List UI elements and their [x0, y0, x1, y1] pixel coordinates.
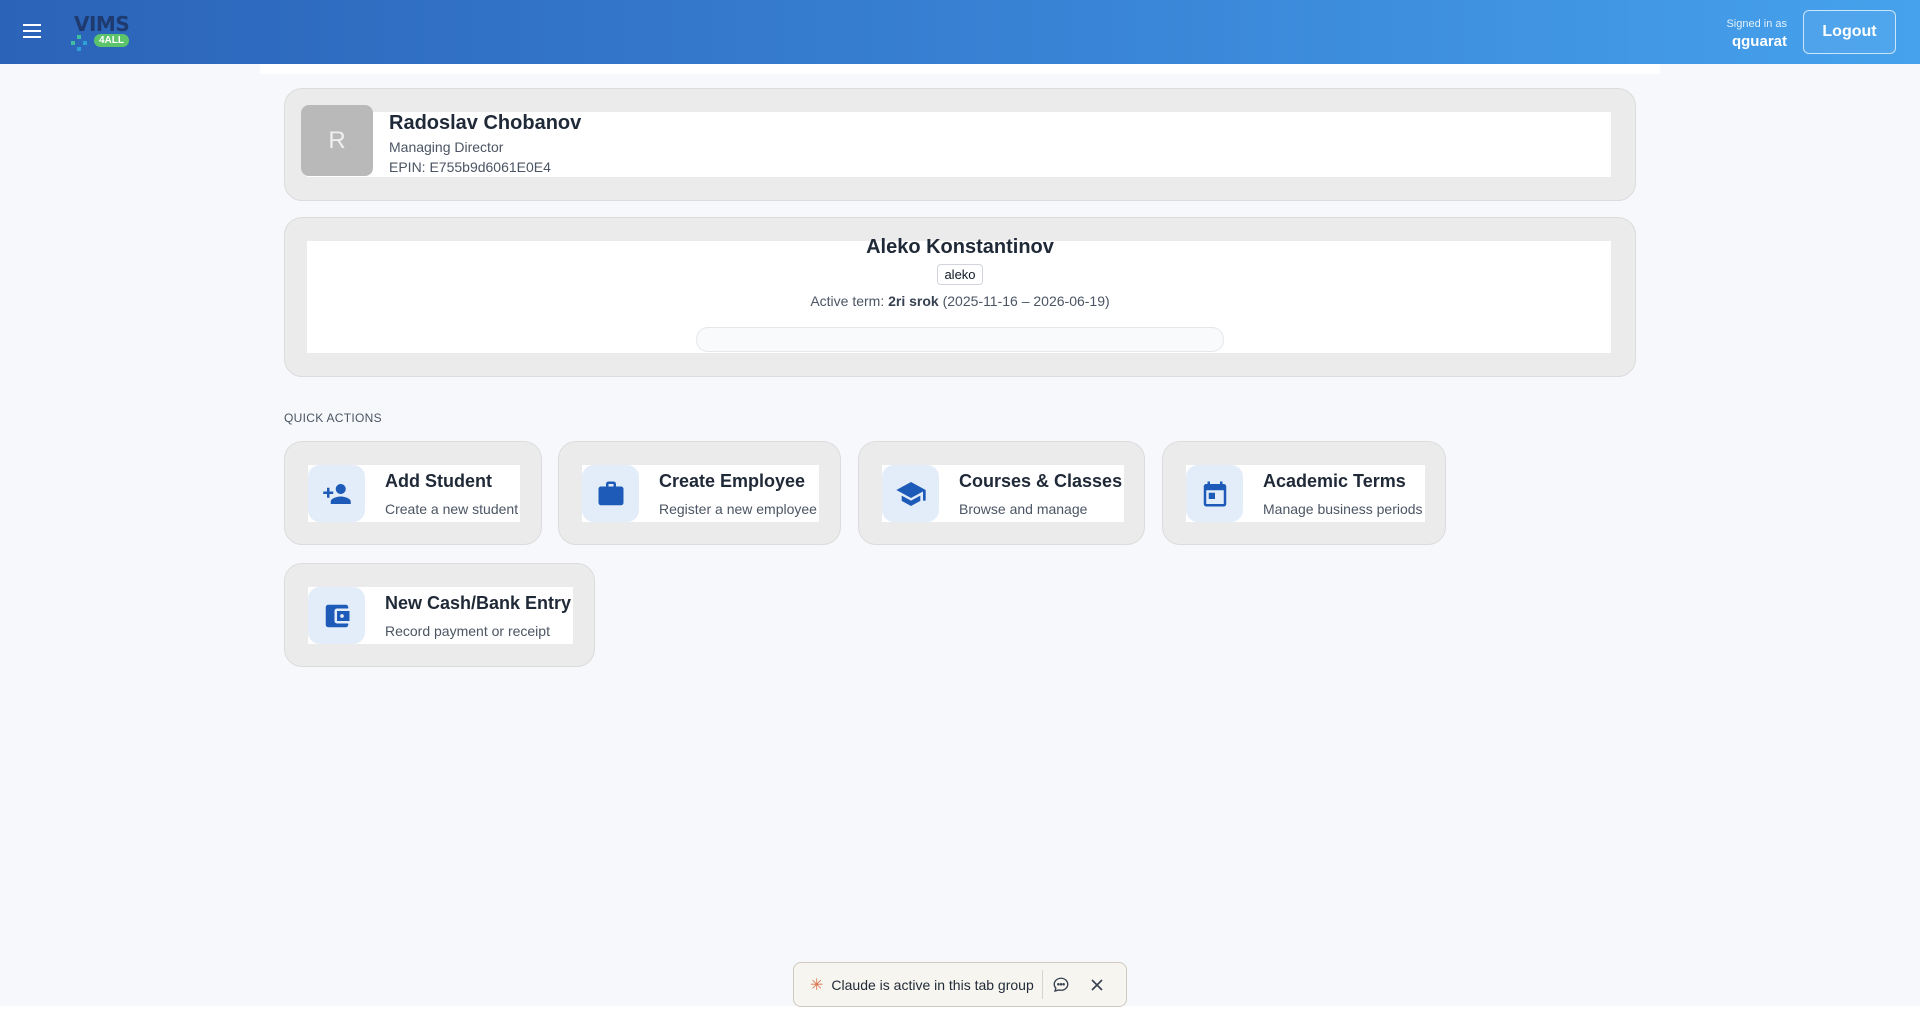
action-content: Add Student Create a new student [308, 465, 521, 522]
content-top-strip [260, 64, 1660, 74]
term-dates: (2025-11-16 – 2026-06-19) [942, 293, 1110, 309]
student-name: Aleko Konstantinov [866, 236, 1054, 258]
academic-terms-action[interactable]: Academic Terms Manage business periods [1162, 441, 1446, 545]
new-cash-bank-entry-action[interactable]: New Cash/Bank Entry Record payment or re… [284, 563, 595, 667]
action-subtitle: Record payment or receipt [385, 622, 550, 639]
quick-actions-title: QUICK ACTIONS [284, 411, 382, 425]
person-add-icon [308, 465, 365, 522]
action-title: Courses & Classes [959, 470, 1123, 491]
add-student-action[interactable]: Add Student Create a new student [284, 441, 542, 545]
signed-in-username: qguarat [1731, 33, 1787, 50]
claude-status-label: ✳ Claude is active in this tab group [794, 970, 1043, 999]
create-employee-action[interactable]: Create Employee Register a new employee [558, 441, 841, 545]
logout-button[interactable]: Logout [1803, 10, 1896, 54]
signed-in-label: Signed in as [1726, 18, 1787, 30]
profile-epin: EPIN: E755b9d6061E0E4 [389, 159, 551, 175]
wallet-icon [308, 587, 365, 644]
app-logo[interactable]: VIMS 4ALL [70, 12, 134, 52]
action-content: Academic Terms Manage business periods [1186, 465, 1425, 522]
graduation-cap-icon [882, 465, 939, 522]
action-content: New Cash/Bank Entry Record payment or re… [308, 587, 574, 644]
avatar: R [301, 105, 373, 176]
action-text: Create Employee Register a new employee [659, 471, 819, 517]
menu-icon[interactable] [20, 20, 44, 44]
active-term-line: Active term: 2ri srok (2025-11-16 – 2026… [0, 293, 1920, 309]
action-subtitle: Register a new employee [659, 500, 817, 517]
term-prefix: Active term: [810, 293, 885, 309]
term-name: 2ri srok [888, 293, 939, 309]
close-icon[interactable] [1079, 962, 1115, 1007]
action-text: Add Student Create a new student [385, 471, 520, 517]
action-text: New Cash/Bank Entry Record payment or re… [385, 593, 573, 639]
action-title: New Cash/Bank Entry [385, 592, 572, 613]
action-content: Courses & Classes Browse and manage [882, 465, 1125, 522]
logo-mark-icon [71, 35, 87, 51]
claude-status-text: Claude is active in this tab group [831, 976, 1034, 993]
signed-in-info: Signed in as qguarat [1726, 18, 1787, 50]
logo-text: VIMS [74, 12, 130, 36]
action-subtitle: Manage business periods [1263, 500, 1423, 517]
student-username-tag: aleko [937, 264, 983, 285]
action-subtitle: Browse and manage [959, 500, 1088, 517]
claude-status-bar: ✳ Claude is active in this tab group [793, 962, 1127, 1007]
action-text: Academic Terms Manage business periods [1263, 471, 1425, 517]
action-title: Add Student [385, 470, 492, 491]
profile-name: Radoslav Chobanov [389, 112, 582, 134]
claude-star-icon: ✳ [810, 976, 824, 994]
action-title: Academic Terms [1263, 470, 1406, 491]
action-content: Create Employee Register a new employee [582, 465, 819, 522]
logo-badge: 4ALL [94, 34, 129, 47]
briefcase-icon [582, 465, 639, 522]
bottom-strip [0, 1006, 1920, 1023]
action-text: Courses & Classes Browse and manage [959, 471, 1124, 517]
student-tag-wrap: aleko [0, 264, 1920, 285]
calendar-icon [1186, 465, 1243, 522]
profile-role: Managing Director [389, 139, 504, 155]
chat-bubble-icon[interactable] [1043, 962, 1079, 1007]
term-progress-bar [696, 327, 1224, 352]
top-app-bar: VIMS 4ALL Signed in as qguarat Logout [0, 0, 1920, 64]
action-subtitle: Create a new student [385, 500, 519, 517]
action-title: Create Employee [659, 470, 806, 491]
courses-classes-action[interactable]: Courses & Classes Browse and manage [858, 441, 1145, 545]
